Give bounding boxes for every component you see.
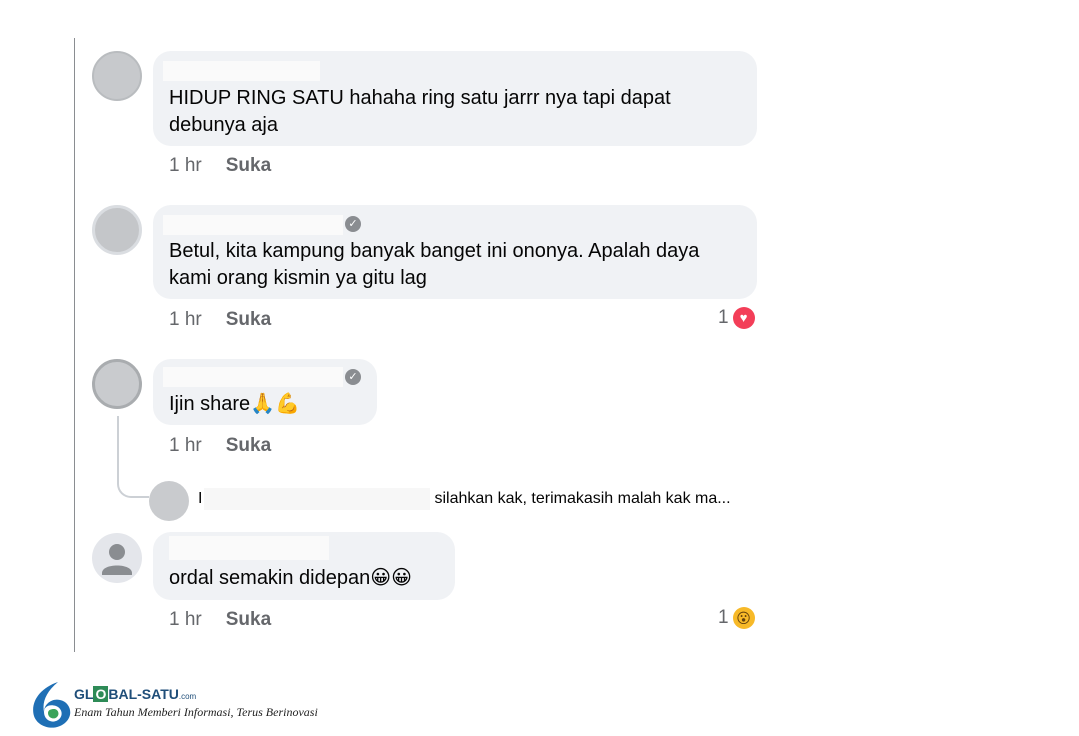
reply-connector-line xyxy=(117,416,149,498)
timestamp[interactable]: 1 hr xyxy=(169,609,202,631)
comment-bubble: ✓ Betul, kita kampung banyak banget ini … xyxy=(153,205,757,299)
love-reaction-icon: ♥ xyxy=(732,307,755,329)
comment-bubble: HIDUP RING SATU hahaha ring satu jarrr n… xyxy=(153,51,757,146)
reply-avatar[interactable] xyxy=(149,481,189,521)
redacted-name[interactable] xyxy=(163,367,343,387)
avatar[interactable] xyxy=(92,359,142,409)
reply-author-initial: I xyxy=(198,490,203,507)
comment-bubble: ordal semakin didepan😀😀 xyxy=(153,532,455,600)
like-button[interactable]: Suka xyxy=(226,309,271,331)
verified-badge-icon: ✓ xyxy=(345,216,361,232)
like-button[interactable]: Suka xyxy=(226,155,271,177)
timestamp[interactable]: 1 hr xyxy=(169,155,202,177)
comment-text: Betul, kita kampung banyak banget ini on… xyxy=(169,240,700,289)
redacted-name[interactable] xyxy=(163,215,343,235)
comment-meta: 1 hr Suka xyxy=(169,435,271,457)
brand-tagline: Enam Tahun Memberi Informasi, Terus Beri… xyxy=(74,705,318,719)
reply-text: silahkan kak, terimakasih malah kak ma..… xyxy=(434,490,731,507)
brand-name: GL O BAL-SATU.com xyxy=(74,686,197,702)
reaction-count: 1 xyxy=(718,607,729,628)
avatar[interactable] xyxy=(92,205,142,255)
timestamp[interactable]: 1 hr xyxy=(169,435,202,457)
default-user-icon xyxy=(102,544,132,575)
comment-thread: HIDUP RING SATU hahaha ring satu jarrr n… xyxy=(0,0,1079,736)
avatar[interactable] xyxy=(92,51,142,101)
reaction-count: 1 xyxy=(718,307,729,328)
comment-text: HIDUP RING SATU hahaha ring satu jarrr n… xyxy=(169,87,671,136)
timestamp[interactable]: 1 hr xyxy=(169,309,202,331)
redacted-reply-author xyxy=(204,488,430,510)
redacted-name[interactable] xyxy=(169,536,329,560)
verified-badge-icon: ✓ xyxy=(345,369,361,385)
avatar[interactable] xyxy=(92,533,142,583)
redacted-name[interactable] xyxy=(163,61,320,81)
comment-bubble: ✓ Ijin share🙏💪 xyxy=(153,359,377,425)
thread-line xyxy=(74,38,75,652)
wow-reaction-icon: 😮 xyxy=(732,607,755,629)
reaction-summary[interactable]: 1 ♥ xyxy=(718,307,755,329)
reaction-summary[interactable]: 1 😮 xyxy=(718,607,755,629)
comment-text: ordal semakin didepan😀😀 xyxy=(169,567,412,589)
like-button[interactable]: Suka xyxy=(226,609,271,631)
comment-meta: 1 hr Suka xyxy=(169,609,271,631)
like-button[interactable]: Suka xyxy=(226,435,271,457)
comment-text: Ijin share🙏💪 xyxy=(169,393,300,415)
comment-meta: 1 hr Suka xyxy=(169,309,271,331)
global-satu-logo-icon xyxy=(33,682,71,728)
comment-meta: 1 hr Suka xyxy=(169,155,271,177)
